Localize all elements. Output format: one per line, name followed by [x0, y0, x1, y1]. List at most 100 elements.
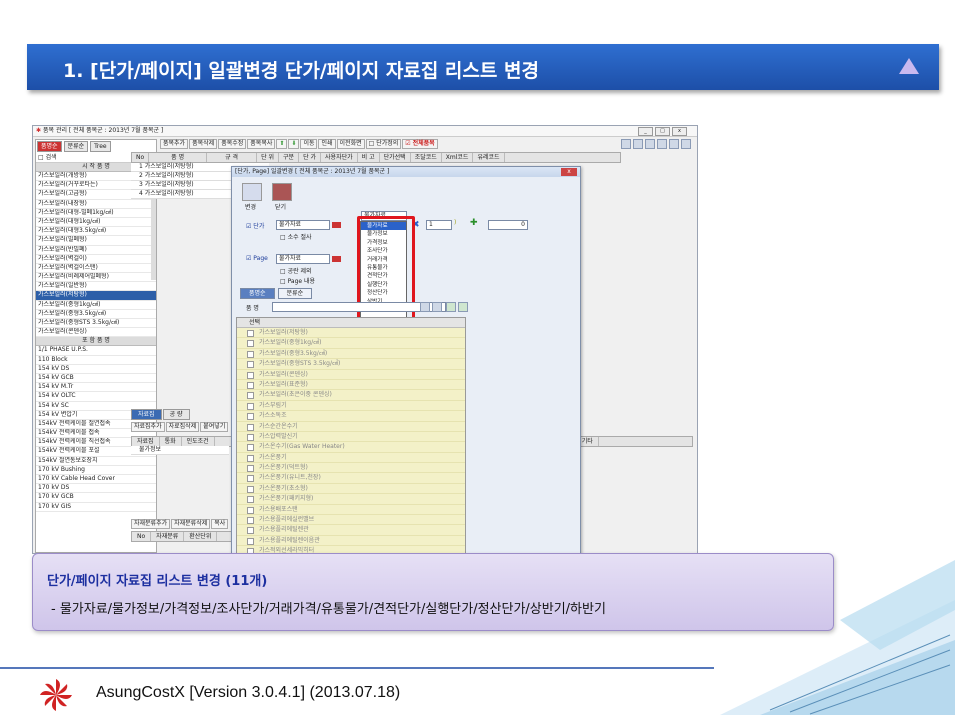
- exclude-blank-checkbox[interactable]: □ 공란 제외: [280, 266, 312, 275]
- sidebar-list-item[interactable]: 가스보일러(벽걸이스탠): [36, 264, 156, 274]
- sidebar-list-item[interactable]: 170 kV Cable Head Cover: [36, 475, 156, 485]
- dialog-list-row[interactable]: 가스보일러(초은이중 콘덴싱): [237, 390, 465, 401]
- toolbar-icon-4[interactable]: [657, 139, 667, 149]
- sidebar-list-item[interactable]: 가스보일러(반밀폐): [36, 246, 156, 255]
- grid-column-header[interactable]: 구분: [279, 153, 300, 162]
- sidebar-list-item[interactable]: 170 kV DS: [36, 484, 156, 494]
- maximize-icon[interactable]: □: [655, 127, 670, 136]
- grid-column-header[interactable]: 단가선택: [380, 153, 411, 162]
- filter-icon-1[interactable]: [420, 302, 430, 312]
- sidebar-list-item[interactable]: 가스보일러(저탕형): [36, 291, 156, 301]
- sidebar-list-item[interactable]: 가스보일러(내장형): [36, 200, 156, 209]
- change-button[interactable]: 변경: [245, 202, 256, 211]
- sidebar-list-item[interactable]: 154 kV M.Tr: [36, 383, 156, 393]
- sidebar-list-item[interactable]: 가스보일러(중형3.5kg/㎠): [36, 310, 156, 319]
- add-item-button[interactable]: 품목추가: [160, 139, 189, 149]
- grid-column-header[interactable]: 비 고: [358, 153, 380, 162]
- dialog-list-row[interactable]: 가스온풍기(유니트,천장): [237, 473, 465, 484]
- dialog-list-row[interactable]: 가스온풍기(패키지형): [237, 494, 465, 505]
- sidebar-list-item[interactable]: 154 kV GCB: [36, 374, 156, 384]
- dialog-list-row[interactable]: 가스용플리에틸렌관: [237, 525, 465, 536]
- dialog-list-row[interactable]: 가스보일러(중형3.5kg/㎠): [237, 348, 465, 360]
- filter-icon-3[interactable]: [446, 302, 456, 312]
- sidebar-list-item[interactable]: 가스보일러(벽걸이): [36, 255, 156, 264]
- sidebar-list-item[interactable]: 170 kV Bushing: [36, 466, 156, 475]
- grid-column-header[interactable]: 조달코드: [411, 153, 442, 162]
- dialog-list-row[interactable]: 가스순간온수기: [237, 421, 465, 432]
- dialog-list-row[interactable]: 가스보일러(표준형): [237, 379, 465, 391]
- dialog-list-row[interactable]: 가스온풍기(초소형): [237, 483, 465, 495]
- dialog-list-row[interactable]: 가스보일러(중형STS 3.5kg/㎠): [237, 359, 465, 370]
- sidebar-list-item[interactable]: 154kV 절연통보호장치: [36, 457, 156, 466]
- sidebar-list-item[interactable]: 가스보일러(밀폐형): [36, 236, 156, 246]
- grid-column-header[interactable]: 규 격: [207, 153, 258, 162]
- dialog-list-row[interactable]: 가스보일러(콘덴싱): [237, 369, 465, 380]
- page-source-select[interactable]: 물가자료: [276, 254, 330, 264]
- grid-column-header[interactable]: 품 명: [149, 153, 208, 162]
- toolbar-icon-2[interactable]: [633, 139, 643, 149]
- tab-source-book[interactable]: 자료집: [131, 409, 162, 420]
- dialog-tab-name-order[interactable]: 품명순: [240, 288, 275, 299]
- previous-screen-button[interactable]: 이전화면: [336, 139, 365, 149]
- all-items-checkbox[interactable]: ☑ 전체품목: [402, 139, 438, 149]
- dialog-list-row[interactable]: 가스보일러(중형1kg/㎠): [237, 338, 465, 349]
- add-category-button[interactable]: 자재분류추가: [131, 519, 171, 529]
- delete-category-button[interactable]: 자재분류삭제: [171, 519, 211, 529]
- grid-column-header[interactable]: No: [132, 153, 150, 162]
- close-button[interactable]: 닫기: [275, 202, 286, 211]
- tab-name-order[interactable]: 품명순: [37, 141, 62, 152]
- sidebar-list-item[interactable]: 가스보일러(대형1kg/㎠): [36, 218, 156, 228]
- sidebar-list-item[interactable]: 170 kV GIS: [36, 503, 156, 512]
- page-content-checkbox[interactable]: □ Page 내용: [280, 276, 315, 285]
- toolbar-icon-5[interactable]: [669, 139, 679, 149]
- arrow-down-icon[interactable]: ⬇: [288, 139, 300, 149]
- copy-item-button[interactable]: 품목복사: [247, 139, 276, 149]
- edit-item-button[interactable]: 품목수정: [218, 139, 247, 149]
- dialog-list-row[interactable]: 가스보일러(저탕형): [237, 328, 465, 339]
- decimal-truncate-checkbox[interactable]: □ 소수 절사: [280, 232, 312, 241]
- tab-tree[interactable]: Tree: [90, 141, 111, 152]
- sidebar-list-item[interactable]: 가스보일러(대형3.5kg/㎠): [36, 227, 156, 237]
- page-checkbox[interactable]: ☑ Page: [246, 255, 268, 262]
- sidebar-list-item[interactable]: 가스보일러(비례제어밀폐형): [36, 273, 156, 283]
- filter-icon-4[interactable]: [458, 302, 468, 312]
- move-button[interactable]: 이동: [300, 139, 318, 149]
- tab-category-order[interactable]: 분류순: [63, 141, 89, 152]
- copy-category-button[interactable]: 복사: [211, 519, 229, 529]
- dialog-list-row[interactable]: 가스온수기(Gas Water Heater): [237, 442, 465, 453]
- close-door-icon[interactable]: [272, 183, 292, 201]
- grid-column-header[interactable]: 사용자단가: [321, 153, 358, 162]
- dialog-list-row[interactable]: 가스용플리에틸렌이음관: [237, 535, 465, 547]
- dialog-list-row[interactable]: 가스용플리에실런밸브: [237, 515, 465, 526]
- price-source-select[interactable]: 물가자료: [276, 220, 330, 230]
- print-button[interactable]: 인쇄: [318, 139, 336, 149]
- sidebar-list-item[interactable]: 1/1 PHASE U.P.S.: [36, 346, 156, 356]
- price-checkbox[interactable]: ☑ 단가: [246, 221, 264, 230]
- sidebar-list-item[interactable]: 110 Block: [36, 356, 156, 365]
- triangle-up-icon[interactable]: [899, 58, 919, 74]
- dialog-list-row[interactable]: 가스압력발신기: [237, 431, 465, 443]
- toolbar-icon-6[interactable]: [681, 139, 691, 149]
- sidebar-list-item[interactable]: 154 kV OLTC: [36, 392, 156, 402]
- sidebar-list-item[interactable]: 가스보일러(일반형): [36, 282, 156, 292]
- add-source-button[interactable]: 자료집추가: [131, 422, 165, 432]
- add-value-spinner[interactable]: 0: [488, 220, 528, 230]
- grid-column-header[interactable]: 유레코드: [473, 153, 505, 162]
- source-row[interactable]: 물가정보: [131, 446, 229, 455]
- dialog-list-row[interactable]: 가스온풍기: [237, 452, 465, 464]
- delete-item-button[interactable]: 품목삭제: [189, 139, 218, 149]
- dialog-tab-category-order[interactable]: 분류순: [277, 288, 313, 299]
- sidebar-list-item[interactable]: 가스보일러(콘덴싱): [36, 328, 156, 338]
- dialog-list-row[interactable]: 가스용배포스탠: [237, 504, 465, 516]
- sidebar-list-item[interactable]: 가스보일러(중형1kg/㎠): [36, 301, 156, 310]
- close-icon[interactable]: x: [672, 127, 687, 136]
- dialog-list-row[interactable]: 가스온풍기(덕트형): [237, 463, 465, 474]
- multiplier-spinner[interactable]: 1: [426, 220, 452, 230]
- filter-icon-2[interactable]: [432, 302, 442, 312]
- arrow-up-icon[interactable]: ⬆: [276, 139, 288, 149]
- dialog-list-row[interactable]: 가스부림기: [237, 400, 465, 412]
- dialog-close-icon[interactable]: x: [561, 168, 577, 176]
- dialog-list-row[interactable]: 가스소독조: [237, 411, 465, 422]
- change-icon[interactable]: [242, 183, 262, 201]
- toolbar-icon-3[interactable]: [645, 139, 655, 149]
